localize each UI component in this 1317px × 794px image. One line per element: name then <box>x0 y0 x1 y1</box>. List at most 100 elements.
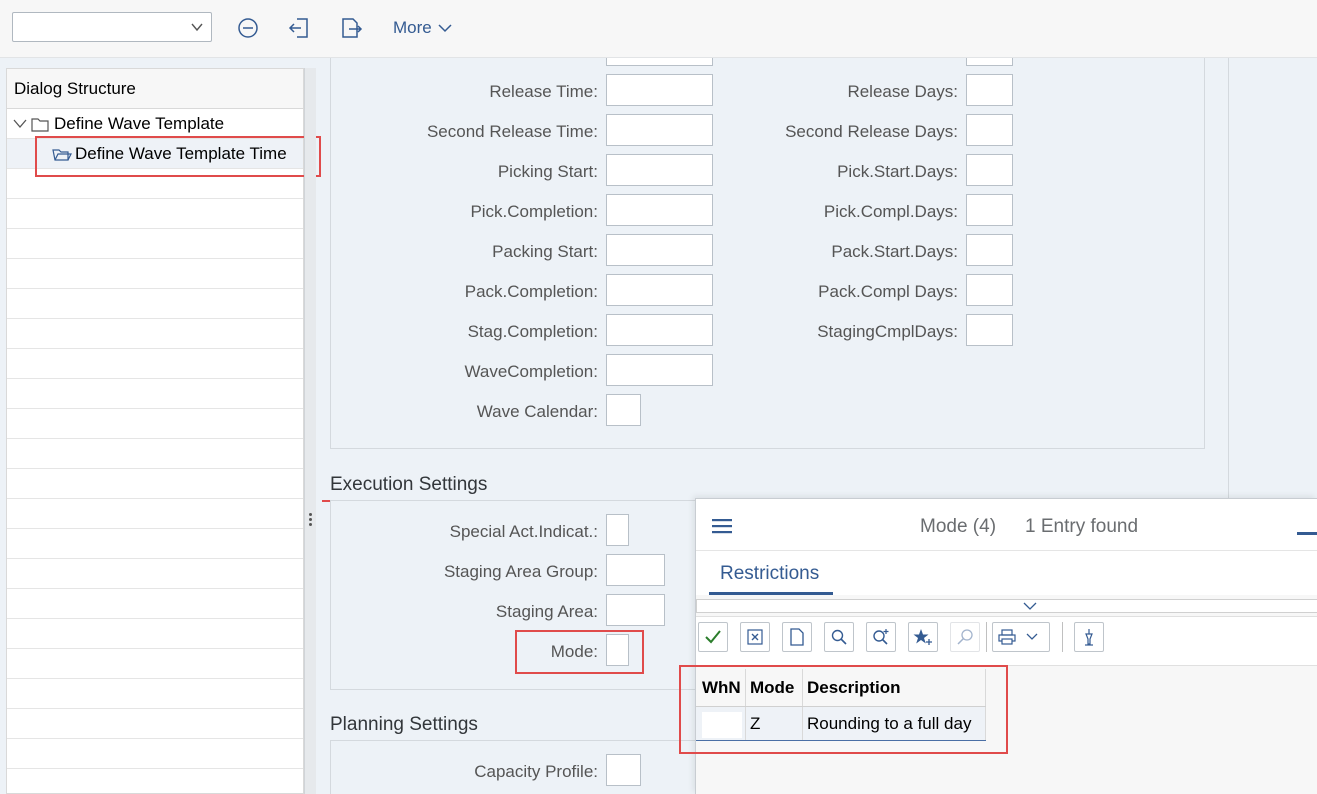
staging-area-group-input[interactable] <box>606 554 665 586</box>
add-favorite-button[interactable] <box>908 622 938 652</box>
splitter-grip-icon[interactable] <box>309 513 312 527</box>
tree-empty-row <box>7 199 303 229</box>
tree-empty-row <box>7 469 303 499</box>
panel-splitter[interactable] <box>304 68 316 794</box>
tree-empty-row <box>7 679 303 709</box>
search-more-button[interactable] <box>866 622 896 652</box>
highlight-tree-item <box>35 136 321 177</box>
entries-found-count: 1 Entry found <box>1025 516 1139 537</box>
collapse-chevron-icon[interactable] <box>13 118 27 130</box>
tree-empty-row <box>7 499 303 529</box>
special-act-indicator-label: Special Act.Indicat.: <box>449 522 598 541</box>
key-help-icon <box>957 629 973 645</box>
wave-calendar-label: Wave Calendar: <box>476 402 598 421</box>
staging-compl-days-input[interactable] <box>966 314 1013 346</box>
vertical-divider <box>1228 58 1229 498</box>
chevron-down-icon <box>1026 633 1038 640</box>
result-toolbar <box>696 616 1317 666</box>
highlight-result-table <box>679 665 1008 754</box>
confirm-button[interactable] <box>698 622 728 652</box>
tree-empty-row <box>7 769 303 794</box>
execution-settings-title: Execution Settings <box>330 474 488 495</box>
tree-item-define-wave-template[interactable]: Define Wave Template <box>7 109 303 139</box>
wave-completion-label: WaveCompletion: <box>464 362 598 381</box>
settings-button[interactable] <box>1074 622 1104 652</box>
tree-empty-row <box>7 229 303 259</box>
wave-calendar-input[interactable] <box>606 394 641 426</box>
variant-dropdown[interactable] <box>12 12 212 42</box>
pack-completion-label: Pack.Completion: <box>464 282 598 301</box>
pack-start-days-input[interactable] <box>966 234 1013 266</box>
cut-off-input[interactable] <box>606 58 713 66</box>
pick-start-days-input[interactable] <box>966 154 1013 186</box>
tree-empty-row <box>7 559 303 589</box>
chevron-down-icon <box>191 23 203 32</box>
tree-item-label: Define Wave Template <box>54 114 225 133</box>
exit-icon[interactable] <box>288 16 312 40</box>
tab-restrictions[interactable]: Restrictions <box>720 563 819 585</box>
chevron-down-icon <box>438 24 452 33</box>
search-icon <box>831 629 847 645</box>
cancel-button[interactable] <box>740 622 770 652</box>
more-menu-button[interactable]: More <box>393 18 452 38</box>
close-box-icon <box>747 629 763 645</box>
staging-compl-days-label: StagingCmplDays: <box>817 322 958 341</box>
special-act-indicator-input[interactable] <box>606 514 629 546</box>
dialog-title: Mode (4) <box>920 516 997 537</box>
pick-compl-days-input[interactable] <box>966 194 1013 226</box>
pack-start-days-label: Pack.Start.Days: <box>831 242 958 261</box>
dialog-structure-header: Dialog Structure <box>7 69 303 109</box>
pick-completion-input[interactable] <box>606 194 713 226</box>
tree-empty-row <box>7 379 303 409</box>
restrictions-collapse-bar[interactable] <box>696 599 1317 613</box>
minimize-icon[interactable] <box>1297 532 1317 535</box>
tree-empty-row <box>7 349 303 379</box>
pick-compl-days-label: Pick.Compl.Days: <box>823 202 958 221</box>
second-release-time-label: Second Release Time: <box>426 122 598 141</box>
toolbar-separator <box>1062 622 1063 652</box>
packing-start-input[interactable] <box>606 234 713 266</box>
tab-active-indicator <box>709 592 833 595</box>
pack-completion-input[interactable] <box>606 274 713 306</box>
pick-completion-label: Pick.Completion: <box>470 202 598 221</box>
stag-completion-input[interactable] <box>606 314 713 346</box>
release-days-label: Release Days: <box>847 82 958 101</box>
tree-empty-row <box>7 709 303 739</box>
highlight-mode-field <box>515 630 644 674</box>
release-time-label: Release Time: <box>489 82 598 101</box>
release-days-input[interactable] <box>966 74 1013 106</box>
tree-empty-row <box>7 619 303 649</box>
help-button[interactable] <box>950 622 980 652</box>
minus-circle-icon[interactable] <box>236 16 260 40</box>
dialog-header: Mode (4) 1 Entry found <box>696 499 1317 551</box>
tree-empty-row <box>7 589 303 619</box>
wave-completion-input[interactable] <box>606 354 713 386</box>
tree-empty-row <box>7 649 303 679</box>
search-plus-icon <box>873 629 889 645</box>
search-button[interactable] <box>824 622 854 652</box>
tree-empty-row <box>7 409 303 439</box>
tree-empty-row <box>7 529 303 559</box>
picking-start-input[interactable] <box>606 154 713 186</box>
toolbar-separator <box>986 622 987 652</box>
pack-compl-days-input[interactable] <box>966 274 1013 306</box>
folder-icon <box>31 118 49 132</box>
second-release-days-input[interactable] <box>966 114 1013 146</box>
capacity-profile-input[interactable] <box>606 754 641 786</box>
staging-area-label: Staging Area: <box>495 602 598 621</box>
document-icon <box>790 628 804 646</box>
menu-icon[interactable] <box>712 518 732 534</box>
release-time-input[interactable] <box>606 74 713 106</box>
tree-empty-row <box>7 259 303 289</box>
print-button[interactable] <box>992 622 1050 652</box>
second-release-time-input[interactable] <box>606 114 713 146</box>
new-document-button[interactable] <box>782 622 812 652</box>
export-icon[interactable] <box>339 16 363 40</box>
time-settings-box <box>330 58 1205 449</box>
capacity-profile-label: Capacity Profile: <box>474 762 598 781</box>
tree-empty-row <box>7 439 303 469</box>
picking-start-label: Picking Start: <box>497 162 598 181</box>
staging-area-input[interactable] <box>606 594 665 626</box>
tree-empty-row <box>7 289 303 319</box>
cut-off-input[interactable] <box>966 58 1013 66</box>
